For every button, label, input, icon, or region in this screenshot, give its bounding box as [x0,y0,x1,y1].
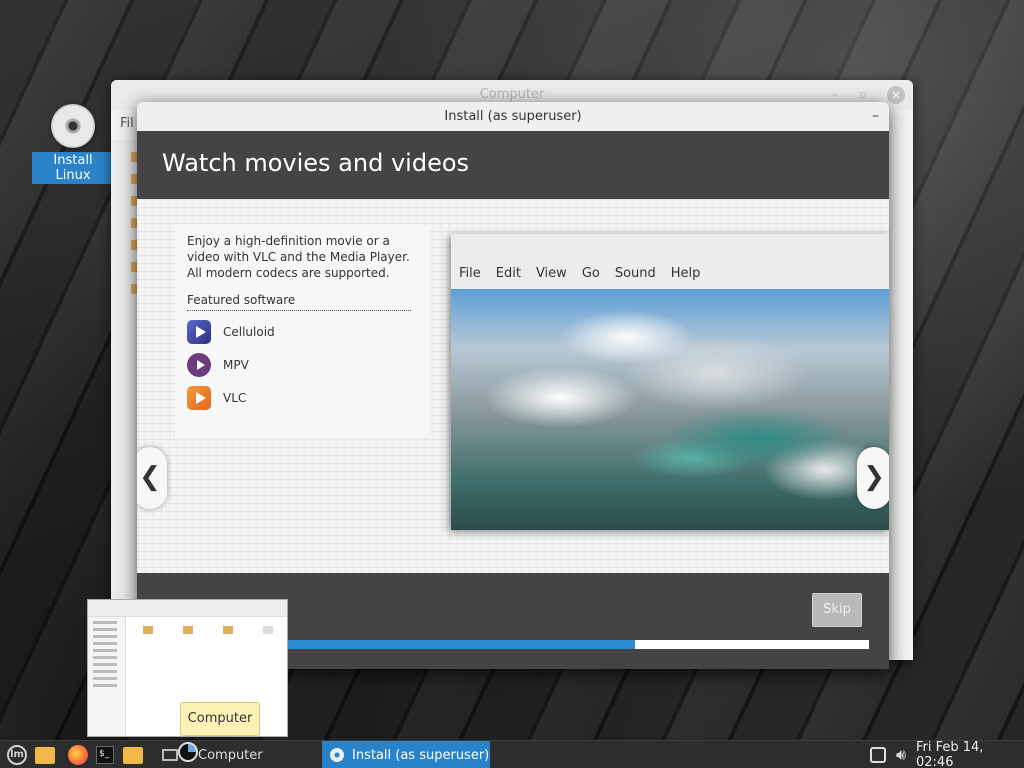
screenshot-menu-go: Go [581,266,600,281]
minimize-icon[interactable]: – [827,87,843,103]
screenshot-menu-sound: Sound [614,266,656,281]
next-slide-button[interactable]: ❯ [857,447,889,509]
files-launcher[interactable] [121,741,145,768]
busy-cursor-icon [178,742,198,762]
app-name: VLC [223,391,247,405]
computer-window-title: Computer [479,87,545,102]
install-progress-bar [285,640,869,649]
terminal-launcher[interactable]: $_ [94,741,116,768]
slide-body: Enjoy a high-definition movie or a video… [137,199,889,573]
screenshot-menu-file: File [459,266,481,281]
video-frame-aerial-clouds [451,289,889,530]
close-icon[interactable]: × [887,86,905,104]
clock-label: Fri Feb 14, 02:46 [916,740,984,768]
computer-menu-fragment[interactable]: Fil [120,116,134,131]
slide-description: Enjoy a high-definition movie or a video… [187,234,410,280]
computer-sidebar [111,140,139,660]
volume-button[interactable]: 🔊︎ [889,741,913,768]
tray-applet[interactable] [867,741,889,768]
skip-button[interactable]: Skip [812,593,862,627]
featured-app-mpv: MPV [187,353,418,377]
firefox-icon [68,745,88,765]
media-player-screenshot: File Edit View Go Sound Help [451,234,889,530]
mint-logo-icon: lm [7,745,27,765]
featured-software-title: Featured software [187,293,411,311]
disc-icon [330,748,344,762]
screenshot-menu-help: Help [670,266,701,281]
app-name: MPV [223,358,249,372]
installer-window[interactable]: Install (as superuser) – Watch movies an… [137,102,889,669]
clock[interactable]: Fri Feb 14, 02:46 [916,740,1022,768]
install-progress-fill [285,640,636,649]
show-desktop-button[interactable] [33,741,57,768]
screenshot-menu-view: View [535,266,567,281]
window-tooltip: Computer [180,702,260,736]
monitor-icon [162,749,178,761]
minimize-icon[interactable]: – [872,102,879,131]
installer-title: Install (as superuser) [444,109,582,124]
previous-slide-button[interactable]: ❮ [137,447,167,509]
info-card: Enjoy a high-definition movie or a video… [175,225,430,437]
mpv-icon [187,353,211,377]
screenshot-menu-edit: Edit [495,266,521,281]
display-icon [870,747,886,763]
folder-icon [123,746,143,764]
featured-app-celluloid: Celluloid [187,320,418,344]
installer-titlebar[interactable]: Install (as superuser) – [137,102,889,131]
taskbar-window-installer[interactable]: Install (as superuser) [322,741,490,768]
taskbar-window-label: Install (as superuser) [352,747,490,763]
volume-icon: 🔊︎ [895,745,907,764]
desktop-icon-label: Install Linux [32,152,114,184]
folder-icon [35,746,55,764]
menu-button[interactable]: lm [5,741,29,768]
disc-icon [51,104,95,148]
desktop-icon-install-linux[interactable]: Install Linux [32,104,114,184]
screenshot-menubar: File Edit View Go Sound Help [459,266,700,281]
celluloid-icon [187,320,211,344]
firefox-launcher[interactable] [66,741,90,768]
featured-app-vlc: VLC [187,386,418,410]
terminal-icon: $_ [96,746,114,764]
taskbar: lm $_ Computer Install (as superuser) 🔊︎… [0,740,1024,768]
app-name: Celluloid [223,325,275,339]
slide-heading: Watch movies and videos [137,131,889,199]
vlc-icon [187,386,211,410]
taskbar-window-label: Computer [198,747,263,763]
maximize-icon[interactable]: ▫ [855,87,871,103]
